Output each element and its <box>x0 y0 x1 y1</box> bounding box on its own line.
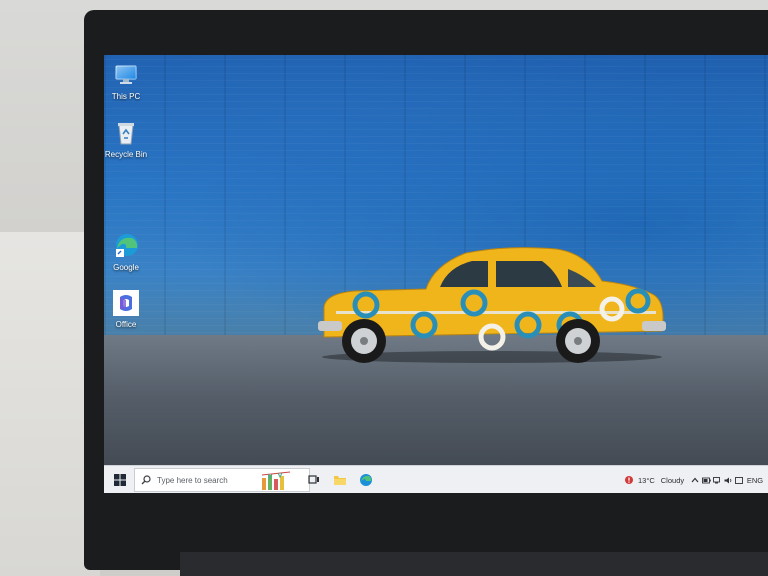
edge-shortcut-icon <box>112 232 140 260</box>
desktop-icon-google[interactable]: Google <box>104 232 150 273</box>
task-view-button[interactable] <box>302 466 326 493</box>
desktop-icon-label: This PC <box>111 92 141 101</box>
language-label: ENG <box>746 475 764 485</box>
weather-temperature: 13°C <box>638 475 655 485</box>
desktop-icon-label: Google <box>113 263 139 272</box>
weather-alert-icon <box>625 476 633 484</box>
chevron-up-icon <box>691 477 699 483</box>
start-button[interactable] <box>106 466 134 493</box>
wallpaper-car <box>318 247 666 363</box>
search-placeholder: Type here to search <box>157 475 228 485</box>
network-button[interactable] <box>712 466 722 493</box>
search-icon <box>141 475 151 485</box>
desktop-icon-label: Recycle Bin <box>104 150 148 159</box>
recycle-bin-icon <box>112 119 140 147</box>
battery-icon <box>701 477 711 483</box>
this-pc-icon <box>112 61 140 89</box>
edge-icon <box>360 474 372 486</box>
desktop-screen: This PC Recycle Bin Google Office Type h… <box>104 55 768 493</box>
search-highlight-illustration <box>258 466 298 493</box>
laptop-hinge <box>180 552 768 576</box>
show-hidden-icons-button[interactable] <box>690 466 700 493</box>
speaker-icon <box>724 477 731 483</box>
weather-button[interactable] <box>622 466 636 493</box>
weather-condition: Cloudy <box>660 475 685 485</box>
battery-button[interactable] <box>701 466 711 493</box>
weather-widget[interactable]: 13°C Cloudy <box>638 466 690 493</box>
desktop-icon-label: Office <box>115 320 137 329</box>
office-icon <box>112 289 140 317</box>
taskbar: Type here to search 13°C Cloudy ENG <box>104 465 768 493</box>
file-explorer-button[interactable] <box>328 466 352 493</box>
network-icon <box>712 476 720 483</box>
language-indicator[interactable]: ENG <box>745 466 765 493</box>
keyboard-layout-button[interactable] <box>734 466 744 493</box>
desktop-icon-recycle-bin[interactable]: Recycle Bin <box>104 119 150 160</box>
edge-button[interactable] <box>354 466 378 493</box>
desktop-icon-this-pc[interactable]: This PC <box>104 61 150 102</box>
file-explorer-icon <box>334 476 346 485</box>
windows-icon <box>114 474 126 486</box>
volume-button[interactable] <box>723 466 733 493</box>
desktop-icon-office[interactable]: Office <box>104 289 150 330</box>
input-indicator-icon <box>735 476 743 484</box>
task-view-icon <box>308 475 319 484</box>
